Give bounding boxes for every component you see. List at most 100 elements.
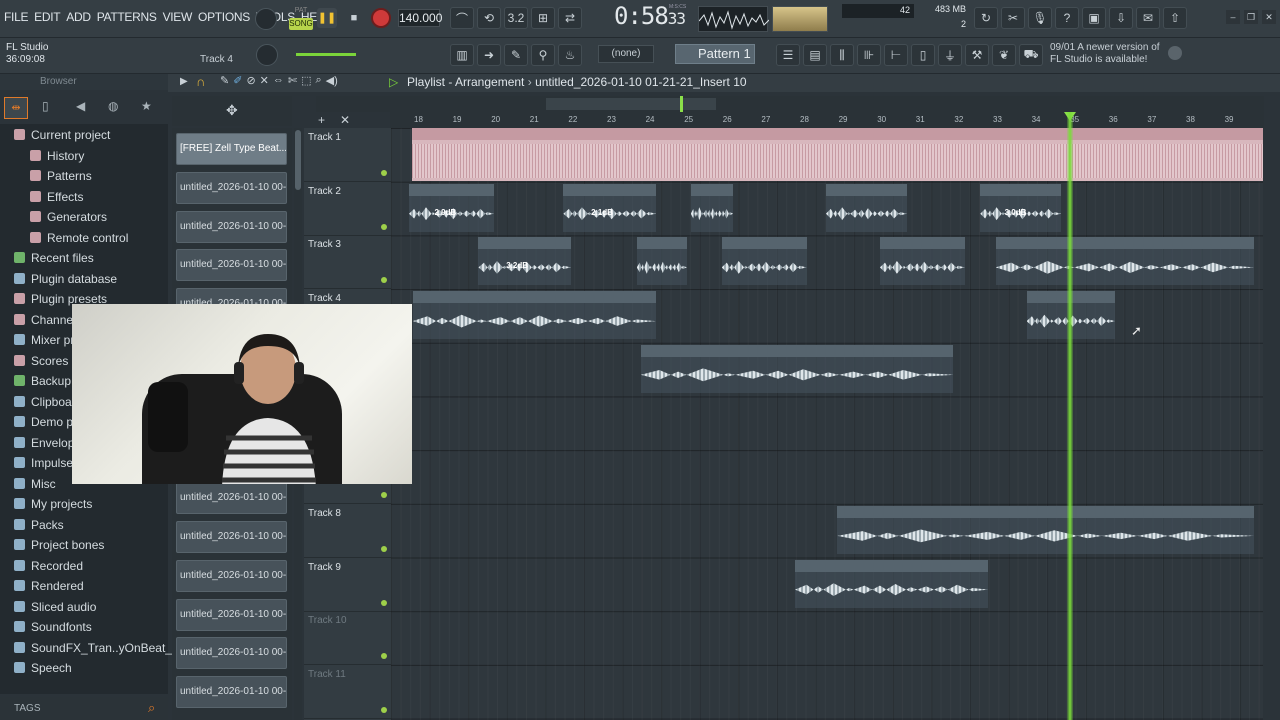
audio-clip[interactable]: untitled_2026-01-10 01-15-13_Insert 10 — [995, 237, 1255, 286]
audio-clip[interactable]: untitled_...nsert 10 — [825, 183, 907, 232]
browser-item[interactable]: Current project — [14, 126, 110, 144]
browser-item[interactable]: Patterns — [30, 167, 92, 185]
browser-star-icon[interactable]: ★ — [141, 99, 152, 113]
audio-clip[interactable]: untitled_...Insert 10 — [721, 237, 807, 286]
stamp-icon[interactable]: ♨ — [558, 44, 582, 66]
metronome-icon[interactable]: ⌒ — [450, 7, 474, 29]
snap-select[interactable]: (none) — [598, 45, 654, 63]
browser-item[interactable]: Plugin database — [14, 270, 117, 288]
bird-icon[interactable]: ❦ — [992, 44, 1016, 66]
zoom-icon[interactable]: ⌕ — [316, 74, 322, 87]
audio-clip[interactable]: unti...10 — [690, 183, 734, 232]
browser-item[interactable]: Rendered — [14, 577, 84, 595]
track-header[interactable]: Track 11 — [304, 665, 391, 719]
select-icon[interactable]: ⬚ — [301, 74, 311, 87]
browser-speaker-icon[interactable]: ◀ — [76, 99, 85, 113]
playlist-grid[interactable]: [FREE] Zell Type Beat - NA NA NA untitled… — [391, 128, 1263, 720]
brush-icon[interactable]: ✐ — [233, 74, 242, 87]
audio-clip[interactable]: untitled_2026-01-10 00-53-17_Insert 11 — [412, 291, 657, 340]
track-header[interactable]: Track 8 — [304, 504, 391, 558]
channel-button[interactable]: untitled_2026-01-10 00-... — [176, 676, 287, 709]
minimize-icon[interactable]: – — [1226, 10, 1240, 24]
master-volume-slider[interactable] — [296, 53, 356, 56]
browser-item[interactable]: Remote control — [30, 229, 128, 247]
microphone-icon[interactable]: 🎙 — [1028, 7, 1052, 29]
oscilloscope[interactable] — [698, 6, 770, 32]
browser-item[interactable]: Misc — [14, 475, 56, 493]
mixer-icon[interactable]: ⫼ — [830, 44, 854, 66]
track-mute-led[interactable] — [381, 492, 387, 499]
track-mute-led[interactable] — [381, 545, 387, 552]
close-icon[interactable]: ✕ — [1262, 10, 1276, 24]
track-header[interactable]: Track 9 — [304, 558, 391, 612]
track-mute-led[interactable] — [381, 599, 387, 606]
tempo-display[interactable]: 140.000 — [398, 9, 442, 27]
track-header[interactable]: Track 2 — [304, 182, 391, 236]
channel-arrows-icon[interactable]: ✥ — [226, 102, 238, 119]
browser-files-icon[interactable]: ▯ — [42, 99, 49, 113]
channel-button[interactable]: untitled_2026-01-10 00-... — [176, 598, 287, 631]
audio-clip[interactable]: untitled_2026-01-10 00-34-25_Insert 10 — [837, 505, 1255, 554]
menu-file[interactable]: FILE — [4, 10, 28, 24]
step-edit-icon[interactable]: 3.2 — [504, 7, 528, 29]
channel-button[interactable]: untitled_2026-01-10 00-... — [176, 637, 287, 670]
render-icon[interactable]: ⇩ — [1109, 7, 1133, 29]
browser-item[interactable]: Sliced audio — [14, 598, 96, 616]
timeline-ruler[interactable]: 18 19 20 21 22 23 24 25 26 27 28 29 30 31 32 33 34 35 36 37… — [390, 112, 1264, 128]
browser-item[interactable]: Packs — [14, 516, 64, 534]
master-pitch-knob[interactable] — [256, 44, 278, 66]
track-mute-led[interactable] — [381, 707, 387, 713]
menu-add[interactable]: ADD — [66, 10, 91, 24]
playlist-play-icon[interactable]: ▷ — [389, 75, 398, 89]
pencil-icon[interactable]: ✎ — [220, 74, 229, 87]
add-track-icon[interactable]: + — [318, 113, 325, 127]
menu-patterns[interactable]: PATTERNS — [97, 10, 157, 24]
refresh-icon[interactable]: ↻ — [974, 7, 998, 29]
channel-rack-icon[interactable]: ▤ — [803, 44, 827, 66]
channel-scroll-thumb[interactable] — [295, 130, 301, 190]
tree-icon[interactable]: ⊢ — [884, 44, 908, 66]
channel-button[interactable]: untitled_2026-01-10 00-... — [176, 559, 287, 592]
delete-icon[interactable]: ⊘ — [246, 74, 255, 87]
menu-view[interactable]: VIEW — [163, 10, 193, 24]
browser-item[interactable]: Speech — [14, 659, 72, 677]
track-mute-led[interactable] — [381, 223, 387, 230]
file-icon[interactable]: ▯ — [911, 44, 935, 66]
menu-options[interactable]: OPTIONS — [198, 10, 250, 24]
audio-clip[interactable]: untitled_2026-01-10 00-36-07_Insert 10 — [795, 559, 988, 608]
chat-icon[interactable]: ✉ — [1136, 7, 1160, 29]
browser-item[interactable]: Recent files — [14, 249, 94, 267]
audio-clip[interactable]: untitled_...Insert 10 2.9dB — [409, 183, 494, 232]
menu-edit[interactable]: EDIT — [34, 10, 60, 24]
globe-icon[interactable] — [1168, 46, 1182, 60]
paint-icon[interactable]: ✎ — [504, 44, 528, 66]
overview-window[interactable] — [546, 98, 716, 110]
browser-item[interactable]: Recorded — [14, 557, 83, 575]
audio-clip[interactable]: untitled_2..._Insert 10 3.2dB — [478, 237, 572, 286]
audio-clip[interactable]: untitled_...Insert 10 3.0dB — [980, 183, 1062, 232]
browser-item[interactable]: My projects — [14, 495, 92, 513]
slice-icon[interactable]: ✄ — [288, 74, 297, 87]
track-header[interactable]: Track 3 — [304, 235, 391, 290]
playback-icon[interactable]: ◀) — [326, 74, 338, 87]
stop-button[interactable]: ■ — [344, 8, 364, 28]
tags-bar[interactable]: TAGS ⌕ — [0, 697, 168, 720]
track-header[interactable]: Track 10 — [304, 611, 391, 666]
loop-record-icon[interactable]: ⟲ — [477, 7, 501, 29]
audio-clip[interactable]: [FREE] Zell Type Beat - NA NA NA — [412, 128, 1263, 181]
blend-notes-icon[interactable]: ⊞ — [531, 7, 555, 29]
pattern-selector[interactable]: Pattern 1 — [675, 44, 755, 64]
browser-globe-icon[interactable]: ◍ — [108, 99, 118, 113]
plugin-icon[interactable]: ⏚ — [938, 44, 962, 66]
track-mute-led[interactable] — [381, 170, 387, 176]
record-button[interactable] — [371, 8, 391, 28]
browser-item[interactable]: Generators — [30, 208, 107, 226]
channel-button[interactable]: untitled_2026-01-10 00-... — [176, 210, 287, 243]
piano-roll-icon[interactable]: ▥ — [450, 44, 474, 66]
playlist-icon[interactable]: ☰ — [776, 44, 800, 66]
restore-icon[interactable]: ❐ — [1244, 10, 1258, 24]
browser-item[interactable]: Effects — [30, 188, 83, 206]
song-mode-button[interactable]: SONG — [289, 18, 313, 30]
multilink-icon[interactable]: ⇄ — [558, 7, 582, 29]
browser-item[interactable]: Soundfonts — [14, 618, 92, 636]
